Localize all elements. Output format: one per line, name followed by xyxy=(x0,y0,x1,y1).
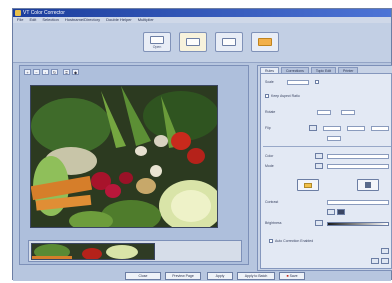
flip-field-2[interactable] xyxy=(347,126,365,131)
title-bar: VT Color Corrector xyxy=(13,9,391,17)
preview-page-button[interactable]: Preview Page xyxy=(165,272,201,280)
open-button[interactable]: Open xyxy=(143,32,171,52)
next-button[interactable] xyxy=(371,258,379,264)
contrast-field[interactable] xyxy=(327,200,389,205)
preview-tools: + − ▫ ↻ ⌗ ◆ xyxy=(24,69,79,75)
hand-icon xyxy=(258,38,272,46)
tray-button[interactable] xyxy=(215,32,243,52)
thumbnail-strip xyxy=(28,240,242,262)
vegetable-photo[interactable] xyxy=(30,85,218,228)
scale-field[interactable] xyxy=(287,80,309,85)
reset-button[interactable] xyxy=(381,248,389,254)
save-icon: ■ xyxy=(286,274,289,278)
brightness-slider[interactable] xyxy=(327,222,389,226)
tray-icon xyxy=(222,38,236,46)
last-button[interactable] xyxy=(381,258,389,264)
camera-button[interactable] xyxy=(179,32,207,52)
settings-panel: Rules Corrections Topic Edit Printer Sca… xyxy=(257,65,392,271)
auto-correction-label: Auto Correction Enabled xyxy=(275,239,314,243)
apply-button[interactable]: Apply xyxy=(207,272,233,280)
flip-label: Flip xyxy=(265,126,271,130)
rotate-field-2[interactable] xyxy=(341,110,355,115)
save-button-label: Save xyxy=(289,274,298,278)
color-field[interactable] xyxy=(327,154,389,159)
thumbnail-image[interactable] xyxy=(31,243,155,260)
flip-field-1[interactable] xyxy=(323,126,341,131)
keep-aspect-label: Keep Aspect Ratio xyxy=(271,94,300,98)
folder-button[interactable] xyxy=(297,179,319,191)
flip-field-4[interactable] xyxy=(327,136,341,141)
scale-checkbox[interactable] xyxy=(315,80,319,84)
color-button[interactable] xyxy=(315,153,323,159)
preview-panel: + − ▫ ↻ ⌗ ◆ xyxy=(19,65,249,265)
folder-icon xyxy=(304,182,312,188)
thumbnail-art xyxy=(32,244,154,259)
zoom-out-icon[interactable]: − xyxy=(33,69,40,75)
camera-icon xyxy=(186,38,200,46)
mode-button[interactable] xyxy=(315,163,323,169)
footer-bar: Close Preview Page Apply Apply to Batch … xyxy=(13,271,391,281)
apply-batch-button[interactable]: Apply to Batch xyxy=(237,272,275,280)
vegetable-photo-art xyxy=(31,86,217,227)
hand-button[interactable] xyxy=(251,32,279,52)
save-settings-button[interactable] xyxy=(357,179,379,191)
save-button[interactable]: ■ Save xyxy=(279,272,305,280)
mode-field[interactable] xyxy=(327,164,389,169)
disk-icon xyxy=(365,182,371,188)
main-window: VT Color Corrector File Edit Selection H… xyxy=(12,8,392,281)
app-icon xyxy=(15,10,21,16)
toolbar: Open xyxy=(13,23,391,63)
document-icon xyxy=(150,35,164,44)
flip-field-3[interactable] xyxy=(371,126,389,131)
flip-button[interactable] xyxy=(309,125,317,131)
rotate-icon[interactable]: ↻ xyxy=(51,69,58,75)
brightness-label: Brightness xyxy=(265,221,282,225)
zoom-in-icon[interactable]: + xyxy=(24,69,31,75)
crop-icon[interactable]: ⌗ xyxy=(63,69,70,75)
scale-label: Scale xyxy=(265,80,274,84)
divider xyxy=(263,146,391,147)
contrast-down-button[interactable] xyxy=(327,209,335,215)
window-title: VT Color Corrector xyxy=(23,10,65,16)
brightness-button[interactable] xyxy=(315,220,323,226)
eyedropper-icon[interactable]: ◆ xyxy=(72,69,79,75)
color-label: Color xyxy=(265,154,274,158)
fit-icon[interactable]: ▫ xyxy=(42,69,49,75)
keep-aspect-checkbox[interactable] xyxy=(265,94,269,98)
mode-label: Mode xyxy=(265,164,274,168)
rotate-label: Rotate xyxy=(265,110,276,114)
settings-body: Scale Keep Aspect Ratio Rotate Flip Colo… xyxy=(260,73,392,269)
contrast-up-button[interactable] xyxy=(337,209,345,215)
auto-correction-checkbox[interactable] xyxy=(269,239,273,243)
open-button-label: Open xyxy=(152,44,162,49)
rotate-field[interactable] xyxy=(317,110,331,115)
close-button[interactable]: Close xyxy=(125,272,161,280)
contrast-label: Contrast xyxy=(265,200,279,204)
